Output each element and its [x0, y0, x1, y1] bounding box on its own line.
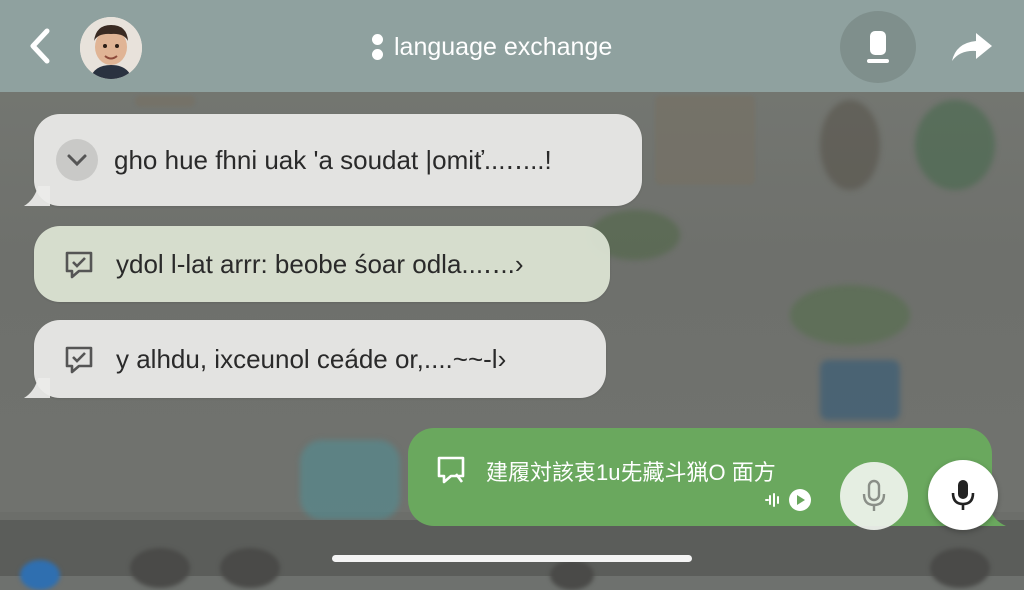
share-arrow-icon — [952, 33, 992, 61]
avatar[interactable] — [80, 17, 142, 79]
chat-title-text: language exchange — [394, 32, 613, 61]
my-message-text: 建履対該衷1u兂藏斗猟O 面方 — [486, 460, 776, 485]
chat-check-icon[interactable] — [58, 243, 100, 285]
my-message-bubble[interactable]: 建履対該衷1u兂藏斗猟O 面方 — [408, 428, 1006, 526]
message-bubble[interactable]: ydol l-lat arrr: beobe śoar odla...‥..› — [34, 226, 610, 302]
download-button[interactable] — [840, 11, 916, 83]
message-text: ydol l-lat arrr: beobe śoar odla...‥..› — [116, 248, 524, 279]
back-button[interactable] — [22, 26, 58, 66]
chevron-down-icon[interactable] — [56, 139, 98, 181]
chat-check-icon[interactable] — [58, 338, 100, 380]
home-indicator[interactable] — [332, 555, 692, 562]
message-bubble[interactable]: y alhdu, ixceunol ceáde or,....~~-l› — [23, 320, 606, 398]
voice-input-button[interactable] — [840, 462, 908, 530]
chevron-left-icon — [30, 28, 50, 64]
microphone-icon — [951, 480, 975, 510]
microphone-icon — [862, 479, 886, 511]
chat-quote-icon — [437, 456, 465, 484]
download-icon — [867, 31, 889, 63]
audio-play-icon — [789, 489, 811, 511]
message-bubble[interactable]: gho hue fhni uak 'a soudat |omiť...‥...! — [23, 114, 642, 206]
audio-wave-icon — [765, 493, 779, 507]
chat-header: language exchange — [0, 0, 1024, 92]
avatar-photo — [80, 17, 142, 79]
chat-title: language exchange — [372, 30, 612, 64]
share-button[interactable] — [934, 11, 1010, 83]
record-voice-button[interactable] — [928, 460, 998, 530]
message-text: gho hue fhni uak 'a soudat |omiť...‥...! — [114, 144, 552, 175]
message-text: y alhdu, ixceunol ceáde or,....~~-l› — [116, 343, 507, 374]
status-dots-icon — [372, 34, 384, 60]
audio-play-button[interactable] — [762, 488, 812, 512]
